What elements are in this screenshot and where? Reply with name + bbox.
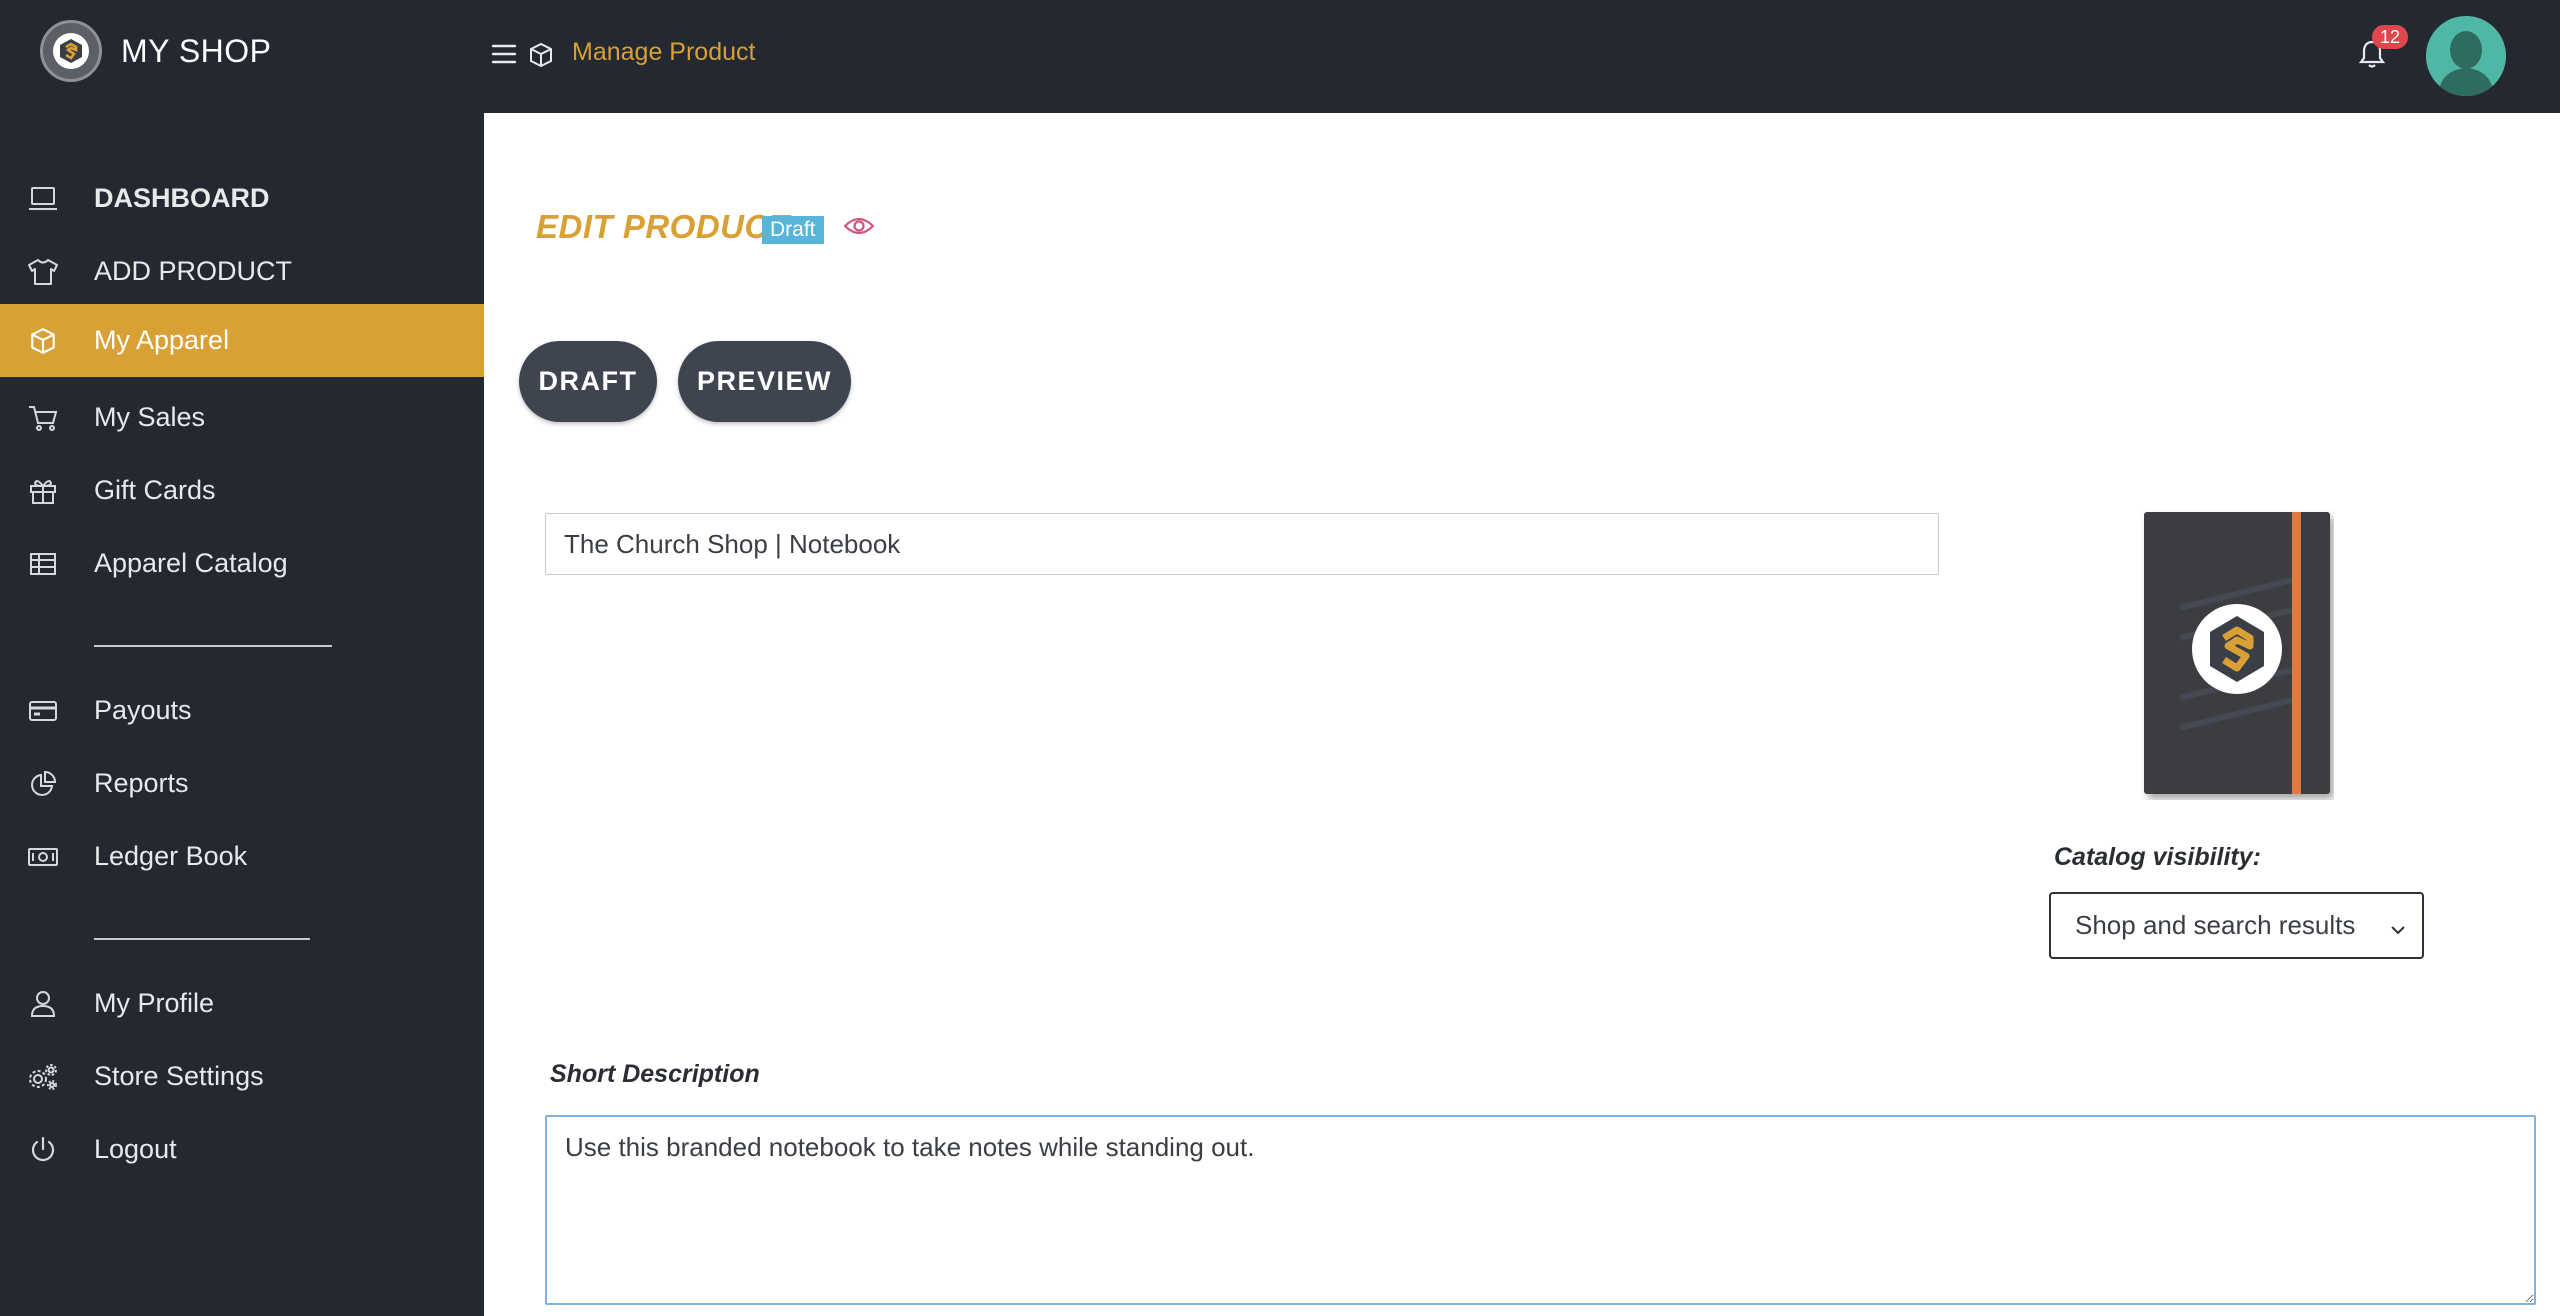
notification-count-badge: 12 bbox=[2372, 25, 2408, 49]
sidebar-divider bbox=[94, 645, 332, 647]
main-content: EDIT PRODUCT Draft DRAFT PREVIEW Catalog… bbox=[484, 113, 2560, 1316]
sidebar-item-my-profile[interactable]: My Profile bbox=[0, 967, 484, 1040]
brand[interactable]: MY SHOP bbox=[40, 20, 272, 82]
hamburger-menu-icon[interactable] bbox=[490, 40, 518, 68]
catalog-visibility-value: Shop and search results bbox=[2075, 910, 2356, 940]
sidebar-item-label: Ledger Book bbox=[94, 841, 248, 871]
sidebar-item-reports[interactable]: Reports bbox=[0, 747, 484, 820]
sidebar-item-label: My Sales bbox=[94, 402, 206, 432]
user-icon bbox=[26, 987, 60, 1021]
shop-logo bbox=[40, 20, 102, 82]
preview-button[interactable]: PREVIEW bbox=[678, 341, 851, 422]
laptop-icon bbox=[26, 182, 60, 216]
credit-card-icon bbox=[26, 694, 60, 728]
sidebar-divider bbox=[94, 938, 310, 940]
sidebar-item-label: Logout bbox=[94, 1134, 177, 1164]
sidebar-item-logout[interactable]: Logout bbox=[0, 1113, 484, 1186]
table-icon bbox=[26, 547, 60, 581]
sidebar-item-ledger-book[interactable]: Ledger Book bbox=[0, 820, 484, 893]
product-title-input[interactable] bbox=[545, 513, 1939, 575]
sidebar: DASHBOARD ADD PRODUCT My Apparel My Sale… bbox=[0, 113, 484, 1316]
sidebar-item-label: Payouts bbox=[94, 695, 192, 725]
sidebar-item-label: My Profile bbox=[94, 988, 215, 1018]
sidebar-item-apparel-catalog[interactable]: Apparel Catalog bbox=[0, 527, 484, 600]
tshirt-icon bbox=[26, 255, 60, 289]
sidebar-item-add-product[interactable]: ADD PRODUCT bbox=[0, 235, 484, 308]
pie-chart-icon bbox=[26, 767, 60, 801]
sidebar-item-label: My Apparel bbox=[94, 325, 230, 355]
sidebar-item-payouts[interactable]: Payouts bbox=[0, 674, 484, 747]
gift-icon bbox=[26, 474, 60, 508]
draft-button[interactable]: DRAFT bbox=[519, 341, 657, 422]
breadcrumb[interactable]: Manage Product bbox=[572, 38, 755, 67]
page-title: EDIT PRODUCT bbox=[536, 208, 790, 245]
catalog-visibility-select[interactable]: Shop and search results bbox=[2049, 892, 2424, 959]
app-name: MY SHOP bbox=[121, 32, 272, 69]
catalog-visibility-label: Catalog visibility: bbox=[2054, 843, 2261, 871]
sidebar-item-label: Reports bbox=[94, 768, 189, 798]
cart-icon bbox=[26, 401, 60, 435]
sidebar-item-my-sales[interactable]: My Sales bbox=[0, 381, 484, 454]
gears-icon bbox=[26, 1060, 60, 1094]
avatar[interactable] bbox=[2426, 16, 2506, 96]
short-description-label: Short Description bbox=[550, 1060, 760, 1088]
money-icon bbox=[26, 840, 60, 874]
sidebar-item-store-settings[interactable]: Store Settings bbox=[0, 1040, 484, 1113]
product-image[interactable] bbox=[2140, 508, 2334, 800]
box-icon bbox=[526, 40, 556, 70]
sidebar-item-label: DASHBOARD bbox=[94, 183, 270, 213]
box-icon bbox=[26, 324, 60, 358]
sidebar-item-gift-cards[interactable]: Gift Cards bbox=[0, 454, 484, 527]
power-icon bbox=[26, 1133, 60, 1167]
sidebar-item-my-apparel[interactable]: My Apparel bbox=[0, 304, 484, 377]
eye-icon[interactable] bbox=[842, 209, 876, 243]
sidebar-item-label: Store Settings bbox=[94, 1061, 264, 1091]
chevron-down-icon bbox=[2388, 916, 2408, 936]
sidebar-item-label: ADD PRODUCT bbox=[94, 256, 293, 286]
sidebar-item-label: Apparel Catalog bbox=[94, 548, 288, 578]
sidebar-item-label: Gift Cards bbox=[94, 475, 216, 505]
top-bar: MY SHOP Manage Product 12 bbox=[0, 0, 2560, 113]
status-badge: Draft bbox=[762, 216, 824, 244]
short-description-textarea[interactable]: Use this branded notebook to take notes … bbox=[545, 1115, 2536, 1305]
sidebar-item-dashboard[interactable]: DASHBOARD bbox=[0, 162, 484, 235]
